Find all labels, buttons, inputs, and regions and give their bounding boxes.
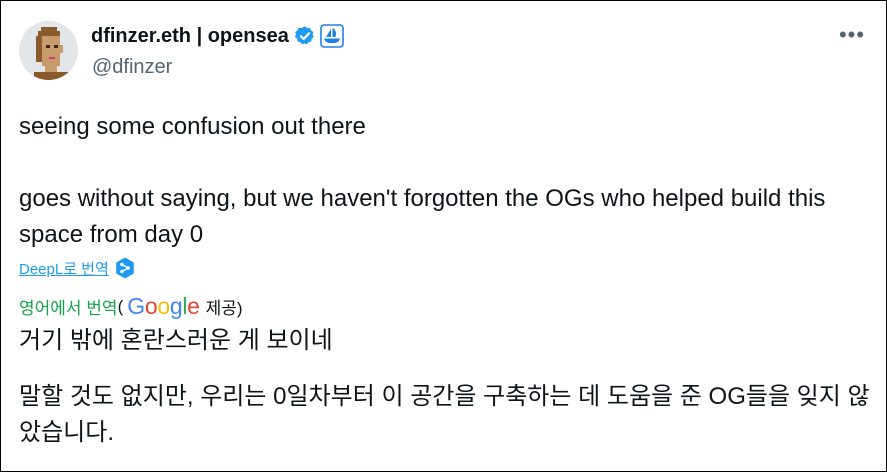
more-options-icon: ••• [838,22,866,47]
provided-by-label: 제공) [205,299,243,318]
translated-from-label[interactable]: 영어에서 번역 [19,294,118,319]
tweet-card: dfinzer.eth | opensea @dfinzer ••• seein… [0,0,887,472]
tweet-paragraph-2: goes without saying, but we haven't forg… [19,185,826,248]
author-name-row: dfinzer.eth | opensea [91,23,344,49]
tweet-text: seeing some confusion out there goes wit… [19,109,874,253]
google-letter: o [157,293,170,319]
pixel-punk-avatar-icon [19,21,78,80]
more-options-button[interactable]: ••• [838,23,866,47]
tweet-paragraph-1: seeing some confusion out there [19,113,366,140]
google-letter: e [187,293,200,319]
opensea-logo-icon[interactable] [320,24,344,48]
google-translate-row: 영어에서 번역 ( Google 제공) [19,293,243,320]
translated-text: 거기 밖에 혼란스러운 게 보이네 말할 것도 없지만, 우리는 0일차부터 이… [19,323,874,451]
google-logo: Google [127,293,200,320]
deepl-translate-link[interactable]: DeepL로 번역 [19,258,109,279]
author-display-name[interactable]: dfinzer.eth | opensea [91,25,289,48]
translated-paragraph-2: 말할 것도 없지만, 우리는 0일차부터 이 공간을 구축하는 데 도움을 준 … [19,383,870,446]
deepl-icon[interactable] [115,257,135,279]
verified-badge-icon[interactable] [294,25,316,47]
google-letter: G [127,293,145,319]
google-letter: g [169,293,183,319]
google-letter: o [144,293,158,319]
author-handle[interactable]: @dfinzer [92,56,172,79]
paren-open: ( [117,296,124,316]
avatar[interactable] [19,21,78,80]
translated-paragraph-1: 거기 밖에 혼란스러운 게 보이네 [19,327,333,354]
deepl-translate-row: DeepL로 번역 [19,257,135,279]
